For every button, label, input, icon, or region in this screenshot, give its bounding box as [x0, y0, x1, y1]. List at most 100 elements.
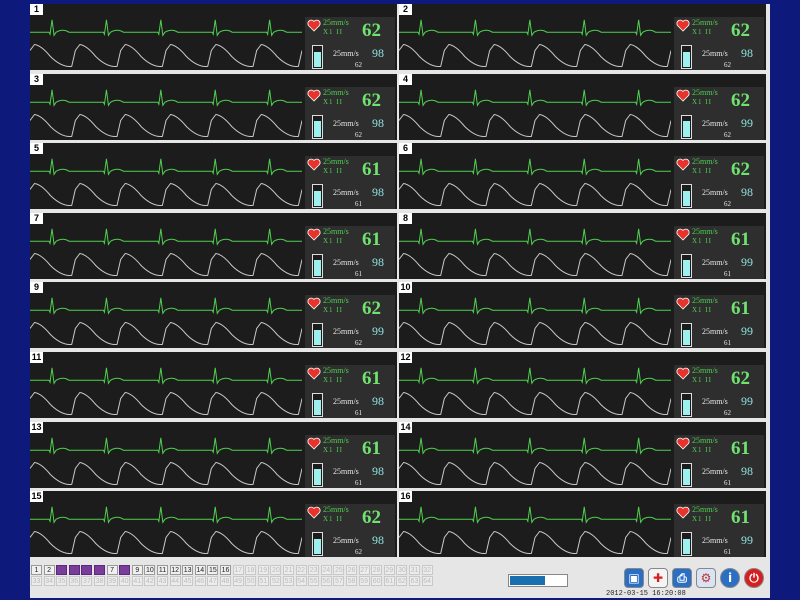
bed-page-button[interactable]: 53 [283, 576, 294, 586]
bed-page-button[interactable]: 48 [220, 576, 231, 586]
bed-panel[interactable]: 12 25mm/s X1 II 62 25mm/s 99 62 [399, 352, 766, 418]
bed-page-button[interactable]: 50 [245, 576, 257, 586]
bed-page-button[interactable]: 25 [333, 565, 345, 575]
bed-page-button[interactable]: 37 [81, 576, 93, 586]
bed-page-button[interactable]: 40 [119, 576, 131, 586]
bed-page-button[interactable]: 55 [308, 576, 320, 586]
spo2-waveform [399, 252, 671, 276]
info-icon[interactable]: i [720, 568, 740, 588]
bed-panel[interactable]: 6 25mm/s X1 II 62 25mm/s 98 62 [399, 143, 766, 210]
bed-page-button[interactable]: 41 [131, 576, 143, 586]
power-icon[interactable]: ⏻ [744, 568, 764, 588]
bed-panel[interactable]: 11 25mm/s X1 II 61 25mm/s 98 61 [30, 352, 397, 418]
printer-icon[interactable]: ⎙ [672, 568, 692, 588]
bed-page-button[interactable]: 60 [371, 576, 383, 586]
bed-page-button[interactable]: 59 [358, 576, 370, 586]
bed-page-button[interactable]: 13 [182, 565, 194, 575]
bed-page-button[interactable]: 12 [169, 565, 181, 575]
bed-panel[interactable]: 15 25mm/s X1 II 62 25mm/s 98 62 [30, 491, 397, 558]
bed-page-button[interactable]: 8 [119, 565, 131, 575]
vitals-panel: 25mm/s X1 II 61 25mm/s 98 61 [305, 434, 395, 488]
bed-number: 12 [399, 352, 412, 363]
bed-panel[interactable]: 2 25mm/s X1 II 62 25mm/s 98 62 [399, 4, 766, 70]
bed-panel[interactable]: 16 25mm/s X1 II 61 25mm/s 99 61 [399, 491, 766, 558]
bed-number: 10 [399, 282, 412, 294]
bed-panel[interactable]: 1 25mm/s X1 II 62 25mm/s 98 62 [30, 4, 397, 70]
ecg-sweep-speed: 25mm/s [692, 157, 718, 167]
bed-page-button[interactable]: 35 [56, 576, 68, 586]
bed-panel[interactable]: 3 25mm/s X1 II 62 25mm/s 98 62 [30, 73, 397, 140]
bed-page-button[interactable]: 10 [144, 565, 156, 575]
bed-page-button[interactable]: 63 [409, 576, 420, 586]
bed-page-button[interactable]: 14 [194, 565, 206, 575]
bed-page-button[interactable]: 39 [106, 576, 118, 586]
ecg-waveform [30, 437, 302, 455]
bed-page-button[interactable]: 30 [396, 565, 408, 575]
bed-page-button[interactable]: 46 [194, 576, 206, 586]
spo2-waveform [399, 391, 671, 416]
bed-page-button[interactable]: 21 [283, 565, 294, 575]
spo2-sweep-speed: 25mm/s [333, 188, 359, 198]
bed-page-button[interactable]: 54 [295, 576, 307, 586]
bed-page-button[interactable]: 56 [320, 576, 332, 586]
bed-page-button[interactable]: 45 [182, 576, 194, 586]
settings-icon[interactable]: ⚙ [696, 568, 716, 588]
bed-panel[interactable]: 5 25mm/s X1 II 61 25mm/s 98 61 [30, 143, 397, 210]
bed-page-button[interactable]: 32 [421, 565, 433, 575]
bed-page-button[interactable]: 11 [157, 565, 168, 575]
bed-page-button[interactable]: 4 [68, 565, 80, 575]
bed-page-button[interactable]: 49 [232, 576, 244, 586]
bed-page-button[interactable]: 22 [295, 565, 307, 575]
bed-page-button[interactable]: 24 [320, 565, 332, 575]
monitor-icon[interactable]: ▣ [624, 568, 644, 588]
bed-panel[interactable]: 4 25mm/s X1 II 62 25mm/s 99 62 [399, 73, 766, 140]
bed-page-button[interactable]: 27 [358, 565, 370, 575]
bed-page-button[interactable]: 3 [56, 565, 68, 575]
bed-page-button[interactable]: 38 [94, 576, 105, 586]
bed-page-button[interactable]: 51 [257, 576, 269, 586]
ecg-lead-label: X1 II [692, 97, 712, 106]
bed-page-button[interactable]: 7 [106, 565, 118, 575]
bed-page-button[interactable]: 62 [396, 576, 408, 586]
bed-panel[interactable]: 13 25mm/s X1 II 61 25mm/s 98 61 [30, 421, 397, 488]
bed-page-button[interactable]: 42 [144, 576, 156, 586]
bed-page-button[interactable]: 18 [245, 565, 257, 575]
medical-cross-icon[interactable]: ✚ [648, 568, 668, 588]
bed-page-button[interactable]: 58 [346, 576, 357, 586]
bed-page-button[interactable]: 19 [257, 565, 269, 575]
bed-page-button[interactable]: 16 [220, 565, 231, 575]
bed-panel[interactable]: 10 25mm/s X1 II 61 25mm/s 99 61 [399, 282, 766, 349]
bed-panel[interactable]: 14 25mm/s X1 II 61 25mm/s 98 61 [399, 421, 766, 488]
bed-page-button[interactable]: 31 [409, 565, 420, 575]
bed-page-button[interactable]: 43 [157, 576, 168, 586]
bed-page-button[interactable]: 33 [31, 576, 42, 586]
ecg-waveform [30, 158, 302, 176]
bed-panel[interactable]: 8 25mm/s X1 II 61 25mm/s 99 61 [399, 212, 766, 279]
bed-page-button[interactable]: 61 [383, 576, 395, 586]
bed-page-button[interactable]: 1 [31, 565, 42, 575]
bed-page-button[interactable]: 29 [383, 565, 395, 575]
bed-page-button[interactable]: 23 [308, 565, 320, 575]
bed-page-button[interactable]: 52 [270, 576, 282, 586]
bed-page-button[interactable]: 47 [207, 576, 219, 586]
bed-page-button[interactable]: 57 [333, 576, 345, 586]
spo2-bar-icon [681, 114, 692, 139]
heart-rate-value: 61 [731, 298, 750, 320]
bed-page-button[interactable]: 9 [131, 565, 143, 575]
bed-page-button[interactable]: 44 [169, 576, 181, 586]
bed-page-button[interactable]: 36 [68, 576, 80, 586]
heart-icon [307, 298, 321, 310]
bed-page-button[interactable]: 28 [371, 565, 383, 575]
bed-page-button[interactable]: 17 [232, 565, 244, 575]
bed-page-button[interactable]: 15 [207, 565, 219, 575]
bed-page-button[interactable]: 64 [421, 576, 433, 586]
bed-panel[interactable]: 9 25mm/s X1 II 62 25mm/s 99 62 [30, 282, 397, 349]
bed-page-button[interactable]: 34 [43, 576, 55, 586]
heart-rate-value: 61 [731, 228, 750, 250]
bed-page-button[interactable]: 2 [43, 565, 55, 575]
bed-page-button[interactable]: 6 [94, 565, 105, 575]
bed-page-button[interactable]: 5 [81, 565, 93, 575]
bed-page-button[interactable]: 26 [346, 565, 357, 575]
bed-panel[interactable]: 7 25mm/s X1 II 61 25mm/s 98 61 [30, 212, 397, 279]
bed-page-button[interactable]: 20 [270, 565, 282, 575]
